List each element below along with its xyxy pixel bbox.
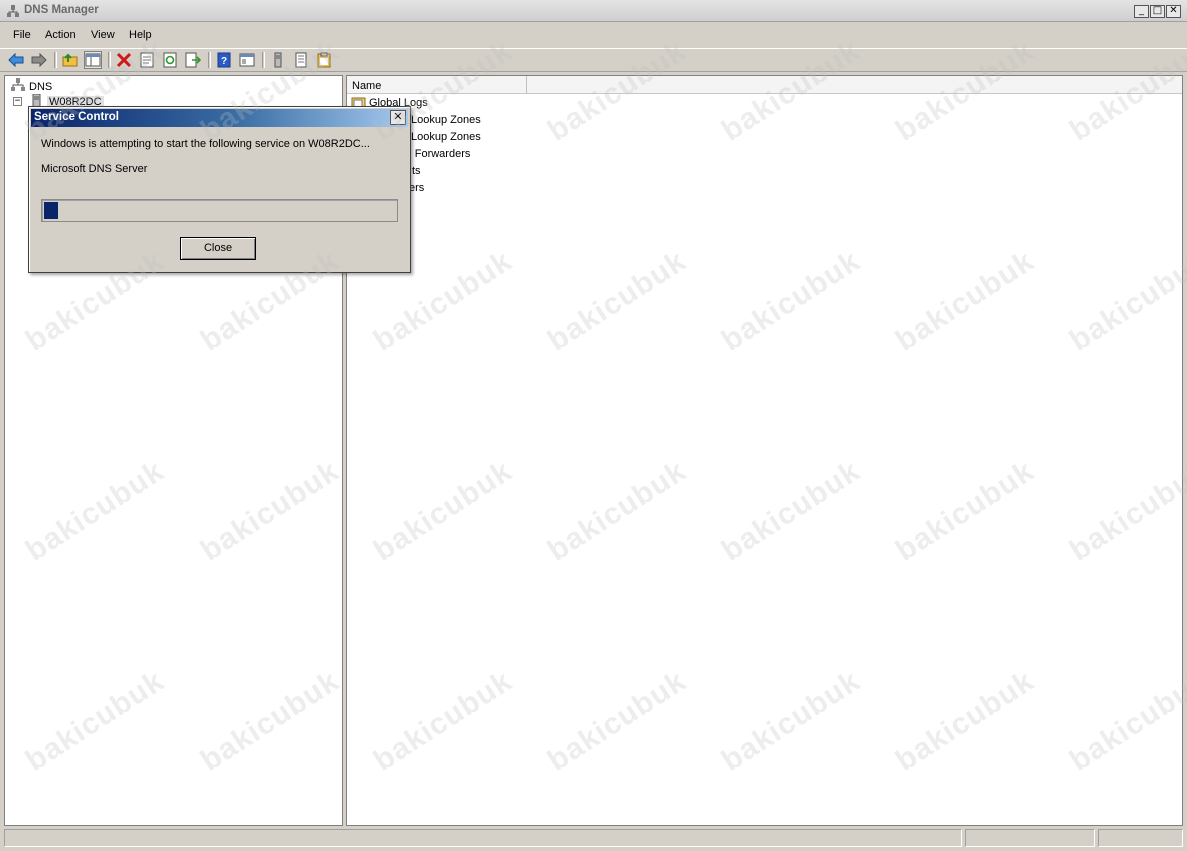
console-tree-icon[interactable] (238, 51, 256, 69)
result-list[interactable]: Name Global Logs Lookup Zones Lookup Zon… (346, 75, 1183, 826)
menu-bar: File Action View Help (0, 26, 1187, 46)
status-cell-main (4, 829, 962, 847)
toolbar: ? (0, 48, 1187, 72)
tree-item-label: DNS (29, 81, 53, 93)
status-cell-2 (965, 829, 1095, 847)
menu-action[interactable]: Action (45, 29, 76, 41)
back-arrow-icon[interactable] (7, 51, 25, 69)
minimize-button[interactable]: _ (1134, 5, 1149, 18)
menu-help[interactable]: Help (129, 29, 152, 41)
help-icon[interactable]: ? (215, 51, 233, 69)
service-control-dialog: Service Control ✕ Windows is attempting … (28, 106, 411, 273)
maximize-button[interactable]: □ (1150, 5, 1165, 18)
dialog-message: Windows is attempting to start the follo… (41, 138, 370, 150)
show-hide-tree-icon[interactable] (84, 51, 102, 69)
progress-fill (44, 202, 58, 219)
export-list-icon[interactable] (184, 51, 202, 69)
menu-file[interactable]: File (13, 29, 31, 41)
delete-icon[interactable] (115, 51, 133, 69)
properties-icon[interactable] (138, 51, 156, 69)
refresh-icon[interactable] (161, 51, 179, 69)
list-header: Name (347, 76, 1182, 94)
column-header-name[interactable]: Name (347, 76, 527, 93)
status-cell-3 (1098, 829, 1183, 847)
close-button[interactable]: Close (180, 237, 256, 260)
forward-arrow-icon[interactable] (30, 51, 48, 69)
svg-text:?: ? (221, 56, 227, 67)
dialog-title: Service Control (34, 111, 119, 123)
service-progress-bar (41, 199, 398, 222)
tree-collapse-toggle[interactable]: − (13, 97, 22, 106)
close-window-button[interactable]: ✕ (1166, 5, 1181, 18)
list-icon[interactable] (292, 51, 310, 69)
window-titlebar: DNS Manager _ □ ✕ (0, 0, 1187, 22)
server-icon[interactable] (269, 51, 287, 69)
menu-view[interactable]: View (91, 29, 115, 41)
clipboard-icon[interactable] (315, 51, 333, 69)
up-folder-icon[interactable] (61, 51, 79, 69)
dns-icon (11, 78, 25, 91)
dialog-close-icon[interactable]: ✕ (390, 110, 406, 125)
status-bar (0, 828, 1187, 851)
dns-manager-icon (7, 5, 19, 17)
dialog-titlebar: Service Control ✕ (31, 109, 408, 127)
window-title: DNS Manager (24, 4, 99, 16)
service-name: Microsoft DNS Server (41, 163, 148, 175)
